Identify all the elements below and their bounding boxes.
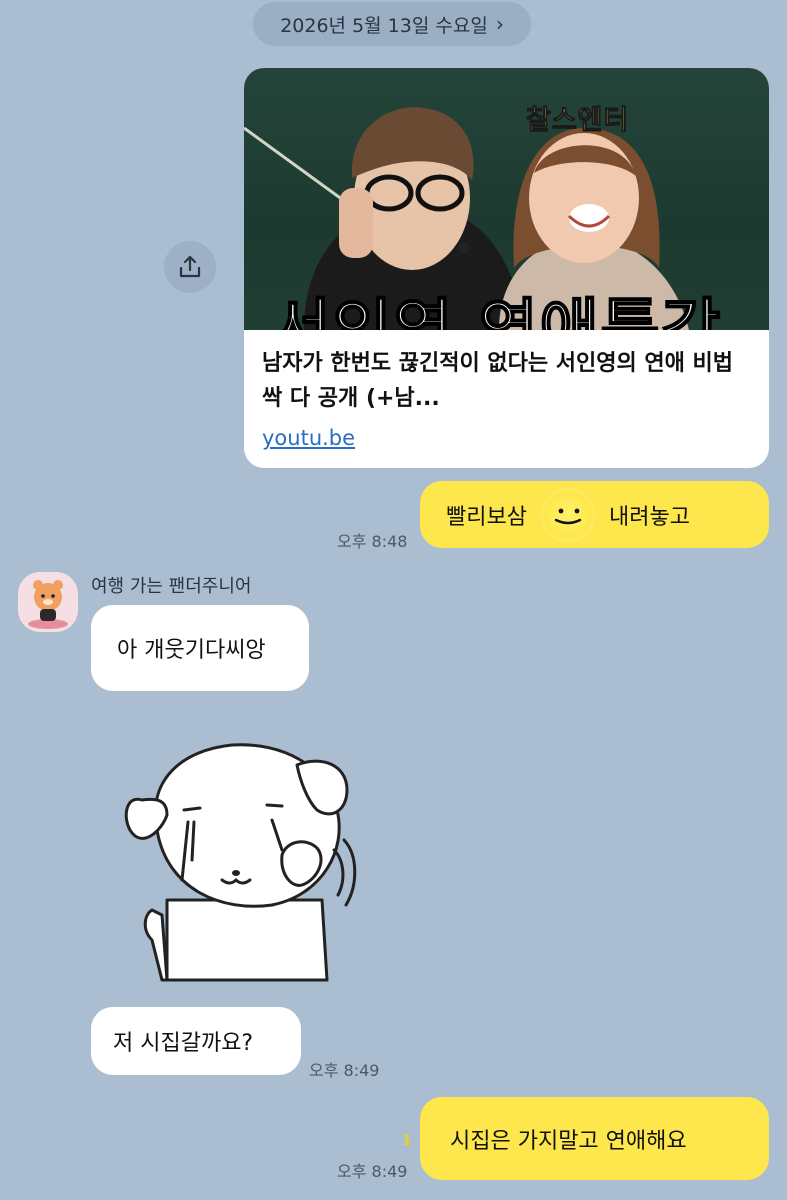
date-divider[interactable]: 2026년 5월 13일 수요일 › bbox=[253, 2, 531, 46]
share-button[interactable] bbox=[164, 241, 216, 293]
unread-count: 1 bbox=[402, 1133, 412, 1149]
crying-dog-sticker[interactable] bbox=[122, 740, 362, 990]
sleepy-face-emoji bbox=[540, 487, 595, 542]
message-text: 아 개웃기다씨앙 bbox=[117, 638, 266, 663]
message-text: 빨리보삼 bbox=[446, 504, 527, 530]
message-time: 오후 8:48 bbox=[337, 532, 408, 551]
link-url[interactable]: youtu.be bbox=[262, 426, 355, 450]
video-thumbnail: 찰스엔터 서인영 연애특강 bbox=[244, 68, 769, 330]
message-text: 내려놓고 bbox=[608, 504, 690, 530]
message-text: 시집은 가지말고 연애해요 bbox=[450, 1128, 687, 1154]
panda-avatar-icon bbox=[28, 580, 68, 629]
chevron-right-icon: › bbox=[495, 12, 504, 36]
message-text: 저 시집갈까요? bbox=[113, 1031, 254, 1056]
date-label: 2026년 5월 13일 수요일 bbox=[280, 14, 488, 37]
link-preview-card[interactable]: 찰스엔터 서인영 연애특강 남자가 한번도 끊긴적이 없다는 서인영의 연애 비… bbox=[244, 68, 769, 468]
message-time: 오후 8:49 bbox=[309, 1061, 380, 1080]
my-message-bubble[interactable]: 시집은 가지말고 연애해요 bbox=[420, 1097, 769, 1180]
message-time: 오후 8:49 bbox=[337, 1162, 408, 1181]
sender-name: 여행 가는 팬더주니어 bbox=[91, 576, 252, 597]
avatar[interactable] bbox=[18, 572, 78, 632]
my-message-bubble[interactable]: 빨리보삼 내려놓고 bbox=[420, 481, 769, 548]
thumbnail-title: 서인영 연애특강 bbox=[271, 292, 723, 330]
link-title: 남자가 한번도 끊긴적이 없다는 서인영의 연애 비법 싹 다 공개 (+남..… bbox=[262, 351, 733, 411]
other-message-bubble[interactable]: 아 개웃기다씨앙 bbox=[91, 605, 309, 691]
other-message-bubble[interactable]: 저 시집갈까요? bbox=[91, 1007, 301, 1075]
thumbnail-tag: 찰스엔터 bbox=[525, 105, 630, 137]
share-upload-icon bbox=[179, 255, 201, 278]
